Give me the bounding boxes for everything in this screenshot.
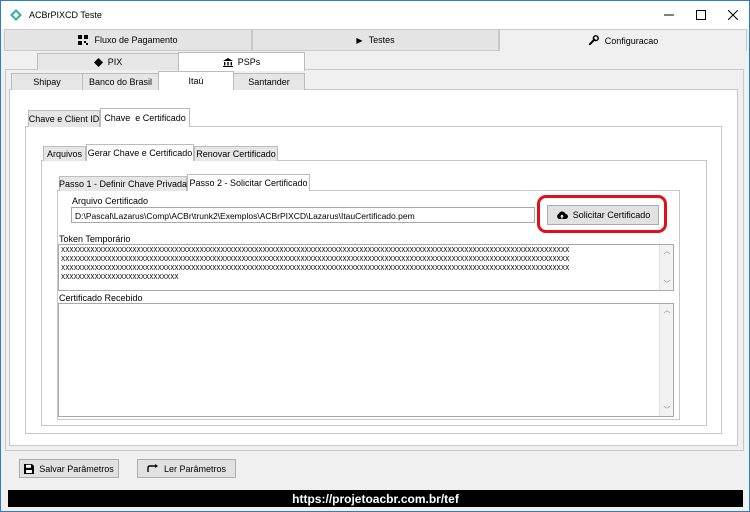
scroll-up-icon[interactable]: ︿ [660, 305, 674, 315]
scroll-up-icon[interactable]: ︿ [660, 246, 674, 256]
arquivo-certificado-value: D:\Pascal\Lazarus\Comp\ACBr\trunk2\Exemp… [75, 211, 415, 221]
tab-chave-client-id[interactable]: Chave e Client ID [28, 110, 100, 127]
diamond-icon [93, 57, 103, 67]
save-icon [24, 463, 35, 474]
tab-passo-1[interactable]: Passo 1 - Definir Chave Privada [59, 176, 187, 191]
tab-label: Fluxo de Pagamento [94, 35, 178, 45]
ler-parametros-button[interactable]: Ler Parâmetros [137, 459, 236, 478]
certificado-scrollbar[interactable]: ︿ ﹀ [659, 304, 673, 416]
tab-label: PIX [107, 57, 123, 67]
title-bar: ACBrPIXCD Teste [1, 1, 749, 29]
tab-label: Passo 1 - Definir Chave Privada [58, 179, 188, 189]
tab-label: Banco do Brasil [88, 77, 153, 87]
tab-configuracao[interactable]: Configuracao [499, 29, 747, 51]
tab-fluxo-pagamento[interactable]: Fluxo de Pagamento [4, 29, 252, 51]
close-button[interactable] [717, 1, 749, 29]
tab-label: Arquivos [46, 149, 82, 159]
token-temporario-memo[interactable]: XXXXXXXXXXXXXXXXXXXXXXXXXXXXXXXXXXXXXXXX… [58, 244, 674, 291]
arquivo-certificado-input[interactable]: D:\Pascal\Lazarus\Comp\ACBr\trunk2\Exemp… [71, 207, 535, 223]
maximize-button[interactable] [685, 1, 717, 29]
token-temporario-label: Token Temporário [59, 234, 131, 244]
annotation-highlight [537, 195, 667, 233]
tab-label: Gerar Chave e Certificado [87, 148, 193, 158]
tab-shipay[interactable]: Shipay [11, 73, 83, 90]
maximize-icon [696, 10, 706, 20]
token-text: XXXXXXXXXXXXXXXXXXXXXXXXXXXXXXXXXXXXXXXX… [61, 247, 570, 282]
window-title: ACBrPIXCD Teste [29, 10, 102, 20]
tab-label: Chave e Certificado [104, 113, 186, 123]
tab-psps[interactable]: PSPs [178, 52, 305, 71]
close-icon [728, 10, 738, 20]
certificado-recebido-memo[interactable]: ︿ ﹀ [58, 303, 674, 417]
tab-label: Itaú [188, 76, 204, 86]
tab-arquivos[interactable]: Arquivos [43, 146, 86, 161]
tab-renovar-certificado[interactable]: Renovar Certificado [194, 146, 278, 161]
tab-passo-2[interactable]: Passo 2 - Solicitar Certificado [187, 174, 310, 191]
qrcode-icon [78, 35, 89, 45]
wrench-icon [588, 35, 599, 46]
footer-url-bar: https://projetoacbr.com.br/tef [8, 490, 743, 507]
tab-gerar-chave[interactable]: Gerar Chave e Certificado [86, 144, 194, 161]
play-icon: ▶ [356, 35, 363, 45]
minimize-icon [664, 14, 674, 16]
bank-icon [222, 57, 233, 67]
app-logo-icon [10, 9, 22, 21]
tab-label: PSPs [237, 57, 261, 67]
tab-santander[interactable]: Santander [233, 73, 305, 90]
tab-label: Testes [368, 35, 395, 45]
tab-banco-do-brasil[interactable]: Banco do Brasil [82, 73, 159, 90]
tab-label: Santander [248, 77, 290, 87]
tab-pix[interactable]: PIX [37, 53, 179, 70]
token-scrollbar[interactable]: ︿ ﹀ [659, 245, 673, 290]
salvar-parametros-button[interactable]: Salvar Parâmetros [19, 459, 119, 478]
footer-url: https://projetoacbr.com.br/tef [292, 491, 459, 506]
arquivo-certificado-label: Arquivo Certificado [72, 196, 149, 206]
button-label: Salvar Parâmetros [39, 463, 114, 474]
tab-itau[interactable]: Itaú [158, 71, 234, 90]
tab-label: Chave e Client ID [28, 114, 100, 124]
tab-label: Renovar Certificado [196, 149, 276, 159]
tab-label: Configuracao [604, 35, 659, 46]
import-arrow-icon [147, 464, 158, 472]
certificado-recebido-label: Certificado Recebido [59, 293, 143, 303]
app-window: ACBrPIXCD Teste Fluxo de Pagamento ▶ Tes… [0, 0, 750, 512]
button-label: Ler Parâmetros [163, 463, 227, 474]
minimize-button[interactable] [653, 1, 685, 29]
tab-testes[interactable]: ▶ Testes [252, 29, 499, 51]
tab-label: Passo 2 - Solicitar Certificado [189, 178, 308, 188]
scroll-down-icon[interactable]: ﹀ [660, 279, 674, 289]
scroll-down-icon[interactable]: ﹀ [660, 405, 674, 415]
tab-label: Shipay [33, 77, 61, 87]
tab-chave-certificado[interactable]: Chave e Certificado [100, 108, 190, 127]
certificado-text [59, 304, 673, 308]
